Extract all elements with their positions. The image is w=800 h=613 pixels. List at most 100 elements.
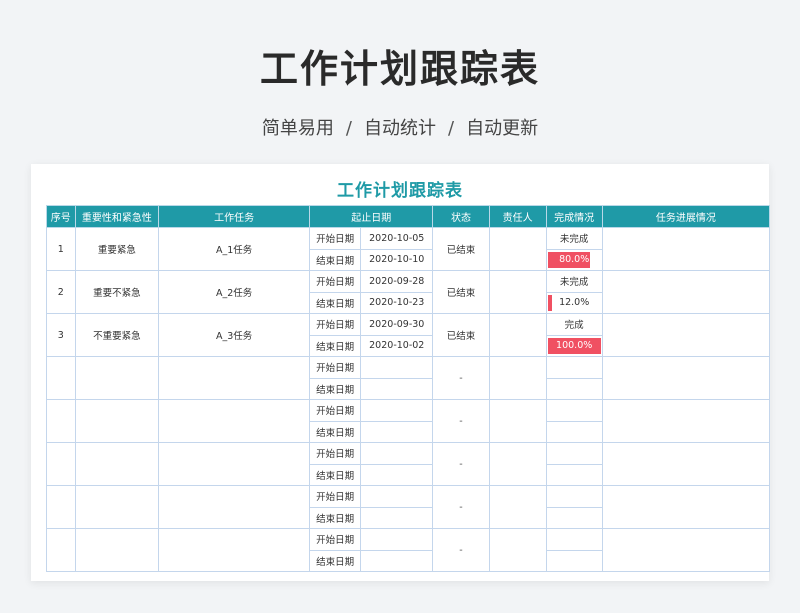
cell-index[interactable]: 1 — [46, 227, 76, 271]
cell-status[interactable]: 已结束 — [432, 227, 490, 271]
cell-priority[interactable]: 重要不紧急 — [74, 270, 160, 314]
cell-progress-notes[interactable] — [601, 270, 771, 314]
cell-end-date[interactable]: 2020-10-23 — [360, 291, 434, 314]
cell-end-label[interactable]: 结束日期 — [309, 377, 362, 400]
cell-index[interactable]: 3 — [46, 313, 76, 357]
cell-progress[interactable]: 12.0% — [545, 291, 603, 314]
cell-task[interactable]: A_1任务 — [158, 227, 311, 271]
cell-start-label[interactable]: 开始日期 — [309, 528, 362, 551]
cell-owner[interactable] — [488, 442, 547, 486]
tracking-table: 序号 重要性和紧急性 工作任务 起止日期 状态 责任人 完成情况 任务进展情况 … — [46, 205, 771, 572]
cell-completion-text[interactable]: 未完成 — [545, 227, 603, 250]
cell-start-label[interactable]: 开始日期 — [309, 442, 362, 465]
cell-progress[interactable] — [545, 420, 603, 443]
cell-progress-notes[interactable] — [601, 485, 771, 529]
cell-task[interactable]: A_3任务 — [158, 313, 311, 357]
cell-end-date[interactable] — [360, 506, 434, 529]
table-row: 开始日期 - — [46, 442, 771, 486]
cell-priority[interactable] — [74, 528, 160, 572]
cell-start-label[interactable]: 开始日期 — [309, 485, 362, 508]
cell-index[interactable] — [46, 399, 76, 443]
cell-priority[interactable] — [74, 485, 160, 529]
cell-start-date[interactable]: 2020-09-28 — [360, 270, 434, 293]
cell-progress[interactable] — [545, 377, 603, 400]
cell-end-label[interactable]: 结束日期 — [309, 334, 362, 357]
cell-owner[interactable] — [488, 270, 547, 314]
cell-end-label[interactable]: 结束日期 — [309, 420, 362, 443]
cell-completion-text[interactable] — [545, 399, 603, 422]
cell-progress-notes[interactable] — [601, 313, 771, 357]
cell-status[interactable]: 已结束 — [432, 270, 490, 314]
cell-progress-notes[interactable] — [601, 528, 771, 572]
cell-progress[interactable]: 80.0% — [545, 248, 603, 271]
cell-priority[interactable] — [74, 356, 160, 400]
cell-end-label[interactable]: 结束日期 — [309, 549, 362, 572]
cell-status[interactable]: - — [432, 442, 490, 486]
cell-completion-text[interactable] — [545, 528, 603, 551]
cell-start-date[interactable]: 2020-10-05 — [360, 227, 434, 250]
cell-status[interactable]: - — [432, 399, 490, 443]
cell-start-date[interactable] — [360, 485, 434, 508]
cell-index[interactable]: 2 — [46, 270, 76, 314]
cell-progress-notes[interactable] — [601, 227, 771, 271]
cell-status[interactable]: - — [432, 485, 490, 529]
cell-task[interactable] — [158, 442, 311, 486]
cell-progress[interactable] — [545, 506, 603, 529]
cell-priority[interactable]: 重要紧急 — [74, 227, 160, 271]
cell-index[interactable] — [46, 442, 76, 486]
cell-priority[interactable]: 不重要紧急 — [74, 313, 160, 357]
cell-owner[interactable] — [488, 528, 547, 572]
cell-end-date[interactable] — [360, 377, 434, 400]
cell-end-date[interactable] — [360, 420, 434, 443]
cell-start-date[interactable] — [360, 442, 434, 465]
cell-end-date[interactable] — [360, 463, 434, 486]
cell-owner[interactable] — [488, 399, 547, 443]
cell-task[interactable] — [158, 528, 311, 572]
cell-status[interactable]: - — [432, 356, 490, 400]
cell-start-date[interactable] — [360, 356, 434, 379]
sheet-card: 工作计划跟踪表 序号 重要性和紧急性 工作任务 起止日期 状态 责任人 完成情况… — [31, 164, 771, 581]
cell-completion-text[interactable] — [545, 356, 603, 379]
cell-end-label[interactable]: 结束日期 — [309, 506, 362, 529]
cell-status[interactable]: - — [432, 528, 490, 572]
cell-task[interactable] — [158, 356, 311, 400]
cell-start-label[interactable]: 开始日期 — [309, 227, 362, 250]
cell-progress-notes[interactable] — [601, 442, 771, 486]
cell-index[interactable] — [46, 528, 76, 572]
cell-owner[interactable] — [488, 485, 547, 529]
cell-progress[interactable] — [545, 463, 603, 486]
cell-completion-text[interactable] — [545, 485, 603, 508]
cell-task[interactable] — [158, 399, 311, 443]
cell-priority[interactable] — [74, 442, 160, 486]
cell-progress[interactable]: 100.0% — [545, 334, 603, 357]
cell-start-label[interactable]: 开始日期 — [309, 270, 362, 293]
cell-end-date[interactable]: 2020-10-02 — [360, 334, 434, 357]
cell-task[interactable]: A_2任务 — [158, 270, 311, 314]
cell-end-label[interactable]: 结束日期 — [309, 291, 362, 314]
cell-index[interactable] — [46, 485, 76, 529]
cell-task[interactable] — [158, 485, 311, 529]
cell-index[interactable] — [46, 356, 76, 400]
cell-progress-notes[interactable] — [601, 356, 771, 400]
cell-end-date[interactable]: 2020-10-10 — [360, 248, 434, 271]
cell-owner[interactable] — [488, 356, 547, 400]
cell-start-label[interactable]: 开始日期 — [309, 313, 362, 336]
cell-start-date[interactable] — [360, 399, 434, 422]
cell-completion-text[interactable] — [545, 442, 603, 465]
cell-progress-notes[interactable] — [601, 399, 771, 443]
cell-completion-text[interactable]: 未完成 — [545, 270, 603, 293]
cell-end-label[interactable]: 结束日期 — [309, 463, 362, 486]
cell-start-date[interactable]: 2020-09-30 — [360, 313, 434, 336]
cell-priority[interactable] — [74, 399, 160, 443]
cell-end-label[interactable]: 结束日期 — [309, 248, 362, 271]
cell-start-date[interactable] — [360, 528, 434, 551]
cell-end-date[interactable] — [360, 549, 434, 572]
cell-start-label[interactable]: 开始日期 — [309, 399, 362, 422]
cell-completion-text[interactable]: 完成 — [545, 313, 603, 336]
cell-status[interactable]: 已结束 — [432, 313, 490, 357]
cell-progress[interactable] — [545, 549, 603, 572]
table-row: 3 不重要紧急 A_3任务 开始日期 2020-09-30 已结束 完成 — [46, 313, 771, 357]
cell-owner[interactable] — [488, 313, 547, 357]
cell-start-label[interactable]: 开始日期 — [309, 356, 362, 379]
cell-owner[interactable] — [488, 227, 547, 271]
